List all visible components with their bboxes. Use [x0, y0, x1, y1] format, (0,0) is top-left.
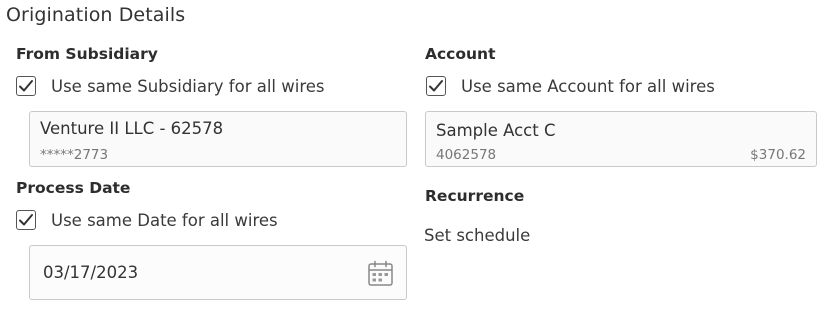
date-same-checkbox-label: Use same Date for all wires: [51, 210, 278, 230]
account-number: 4062578: [436, 147, 497, 163]
checkmark-icon: [429, 80, 443, 92]
process-date-label: Process Date: [16, 179, 131, 197]
process-date-input[interactable]: 03/17/2023: [29, 245, 407, 300]
subsidiary-same-checkbox-row[interactable]: Use same Subsidiary for all wires: [16, 76, 325, 96]
date-same-checkbox-row[interactable]: Use same Date for all wires: [16, 210, 278, 230]
set-schedule-link[interactable]: Set schedule: [424, 226, 530, 245]
calendar-icon[interactable]: [367, 260, 394, 287]
subsidiary-selector[interactable]: Venture II LLC - 62578 *****2773: [29, 111, 407, 167]
subsidiary-masked-number: *****2773: [40, 147, 109, 163]
subsidiary-same-checkbox-label: Use same Subsidiary for all wires: [51, 76, 325, 96]
section-title: Origination Details: [6, 4, 186, 26]
subsidiary-label: From Subsidiary: [16, 45, 158, 63]
account-same-checkbox-label: Use same Account for all wires: [461, 76, 715, 96]
subsidiary-same-checkbox[interactable]: [16, 76, 36, 96]
account-label: Account: [425, 45, 496, 63]
date-same-checkbox[interactable]: [16, 210, 36, 230]
account-same-checkbox-row[interactable]: Use same Account for all wires: [426, 76, 715, 96]
account-same-checkbox[interactable]: [426, 76, 446, 96]
subsidiary-name: Venture II LLC - 62578: [40, 119, 224, 138]
checkmark-icon: [19, 80, 33, 92]
process-date-value: 03/17/2023: [43, 263, 139, 282]
account-selector[interactable]: Sample Acct C 4062578 $370.62: [425, 111, 817, 167]
account-balance: $370.62: [750, 147, 806, 163]
account-name: Sample Acct C: [436, 121, 556, 140]
recurrence-label: Recurrence: [425, 187, 525, 205]
checkmark-icon: [19, 214, 33, 226]
